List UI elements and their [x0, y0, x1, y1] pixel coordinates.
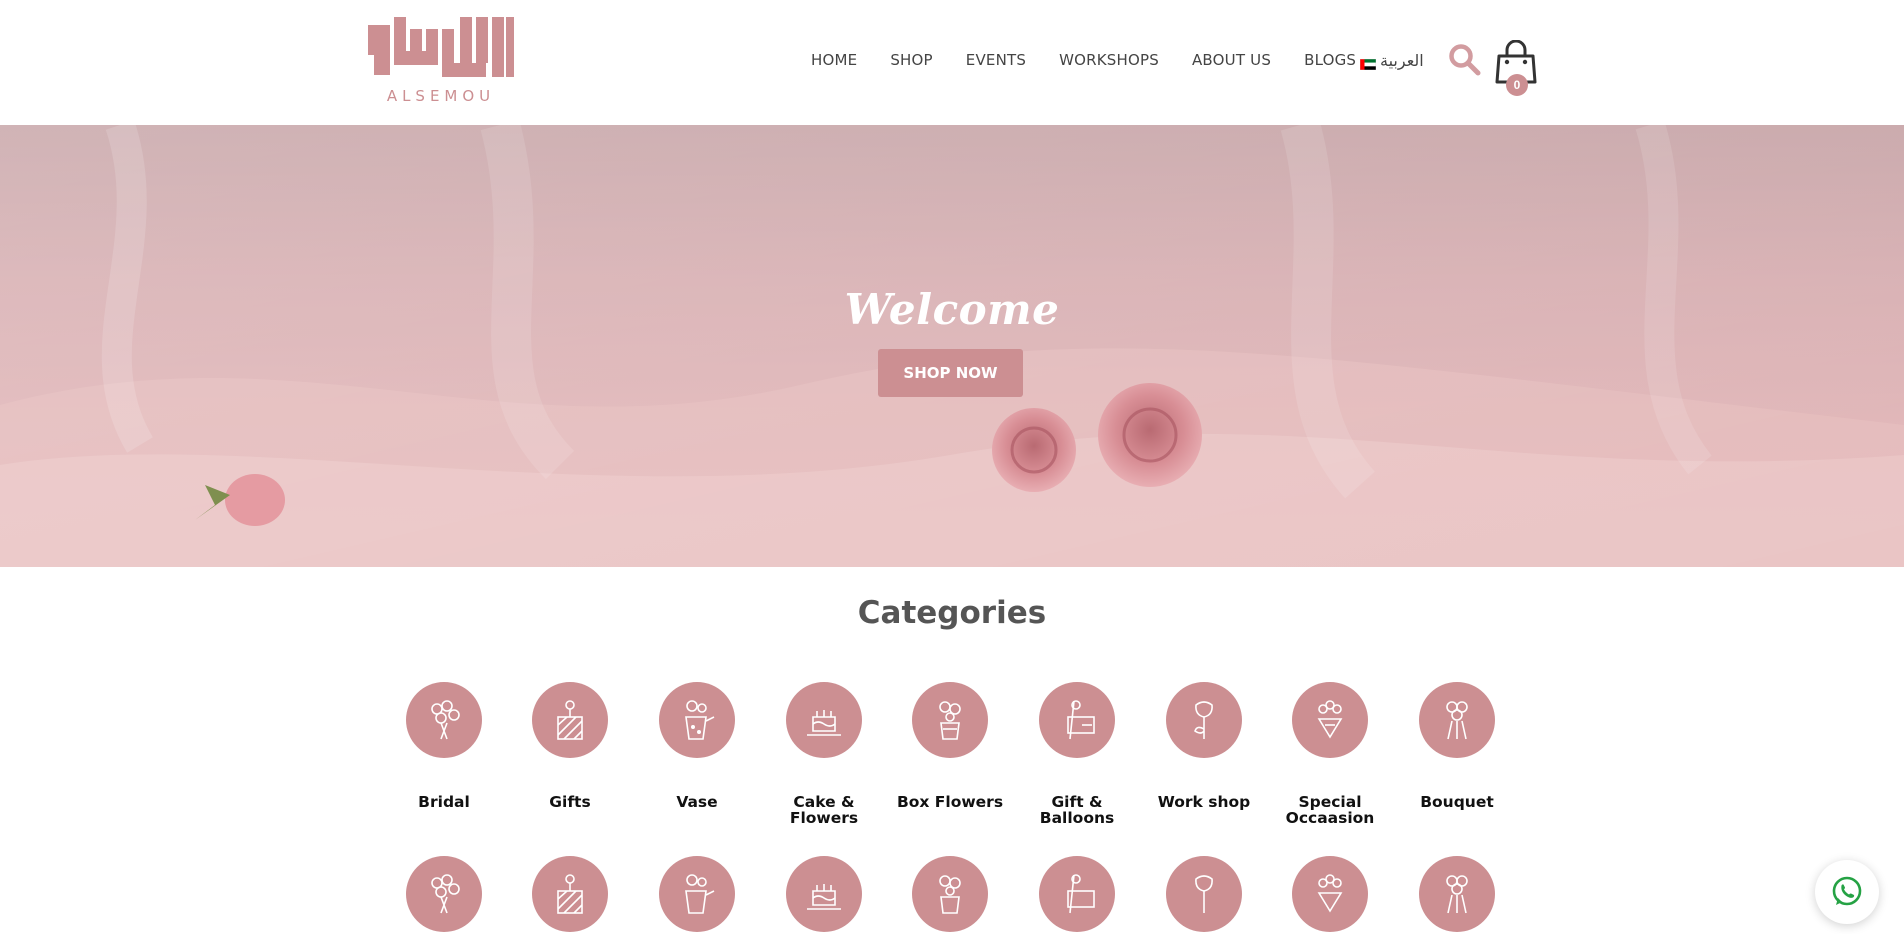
box-flowers-icon: [912, 856, 988, 932]
vase-icon: [659, 682, 735, 758]
category-special-occasion[interactable]: Special Occaasion: [1270, 682, 1390, 826]
category-gifts[interactable]: [510, 856, 630, 932]
category-box-flowers[interactable]: [890, 856, 1010, 932]
hero-title: Welcome: [844, 285, 1060, 334]
language-switch[interactable]: العربية: [1359, 51, 1424, 71]
category-bridal[interactable]: Bridal: [384, 682, 504, 810]
whatsapp-icon: [1832, 876, 1862, 906]
shop-now-button[interactable]: SHOP NOW: [878, 349, 1023, 397]
category-workshop[interactable]: Work shop: [1144, 682, 1264, 810]
bouquet-icon: [1419, 682, 1495, 758]
cake-icon: [786, 682, 862, 758]
category-gifts[interactable]: Gifts: [510, 682, 630, 810]
nav-home[interactable]: HOME: [811, 51, 857, 69]
category-label: Gifts: [549, 793, 591, 811]
category-label: Gift & Balloons: [1039, 793, 1115, 827]
cake-icon: [786, 856, 862, 932]
box-flowers-icon: [912, 682, 988, 758]
category-gift-balloons[interactable]: Gift & Balloons: [1017, 682, 1137, 826]
site-header: ALSEMOU HOME SHOP EVENTS WORKSHOPS ABOUT…: [0, 0, 1904, 125]
category-box-flowers[interactable]: Box Flowers: [890, 682, 1010, 810]
logo[interactable]: ALSEMOU: [366, 17, 516, 109]
category-label: Bridal: [418, 793, 470, 811]
whatsapp-button[interactable]: [1815, 860, 1879, 924]
bridal-bouquet-icon: [406, 682, 482, 758]
gift-box-icon: [532, 682, 608, 758]
category-bouquet[interactable]: [1397, 856, 1517, 932]
bouquet-icon: [1419, 856, 1495, 932]
search-icon[interactable]: [1448, 43, 1482, 77]
categories-title: Categories: [857, 595, 1047, 631]
gift-card-icon: [1039, 856, 1115, 932]
single-flower-icon: [1166, 682, 1242, 758]
category-label: Vase: [676, 793, 718, 811]
category-label: Work shop: [1157, 793, 1251, 811]
category-vase[interactable]: [637, 856, 757, 932]
bridal-bouquet-icon: [406, 856, 482, 932]
special-bouquet-icon: [1292, 682, 1368, 758]
category-label: Cake & Flowers: [789, 793, 859, 827]
category-special-occasion[interactable]: [1270, 856, 1390, 932]
gift-card-icon: [1039, 682, 1115, 758]
hero-background-image: [0, 125, 1904, 567]
language-label: العربية: [1380, 51, 1424, 70]
category-label: Special Occaasion: [1285, 793, 1375, 827]
category-gift-balloons[interactable]: [1017, 856, 1137, 932]
nav-workshops[interactable]: WORKSHOPS: [1059, 51, 1159, 69]
hero-banner: Welcome SHOP NOW: [0, 125, 1904, 567]
gift-box-icon: [532, 856, 608, 932]
nav-events[interactable]: EVENTS: [966, 51, 1026, 69]
category-label: Box Flowers: [896, 793, 1004, 811]
nav-blogs[interactable]: BLOGS: [1304, 51, 1356, 69]
nav-about-us[interactable]: ABOUT US: [1192, 51, 1271, 69]
nav-shop[interactable]: SHOP: [890, 51, 932, 69]
category-workshop[interactable]: [1144, 856, 1264, 932]
uae-flag-icon: [1359, 55, 1377, 71]
vase-icon: [659, 856, 735, 932]
category-vase[interactable]: Vase: [637, 682, 757, 810]
single-flower-icon: [1166, 856, 1242, 932]
main-nav: HOME SHOP EVENTS WORKSHOPS ABOUT US BLOG…: [811, 51, 1389, 69]
category-cake-flowers[interactable]: Cake & Flowers: [764, 682, 884, 826]
special-bouquet-icon: [1292, 856, 1368, 932]
cart-count-badge: 0: [1506, 74, 1528, 96]
category-bridal[interactable]: [384, 856, 504, 932]
logo-text: ALSEMOU: [386, 87, 496, 105]
category-cake-flowers[interactable]: [764, 856, 884, 932]
category-label: Bouquet: [1420, 793, 1494, 811]
logo-mark-icon: [368, 17, 514, 77]
category-bouquet[interactable]: Bouquet: [1397, 682, 1517, 810]
